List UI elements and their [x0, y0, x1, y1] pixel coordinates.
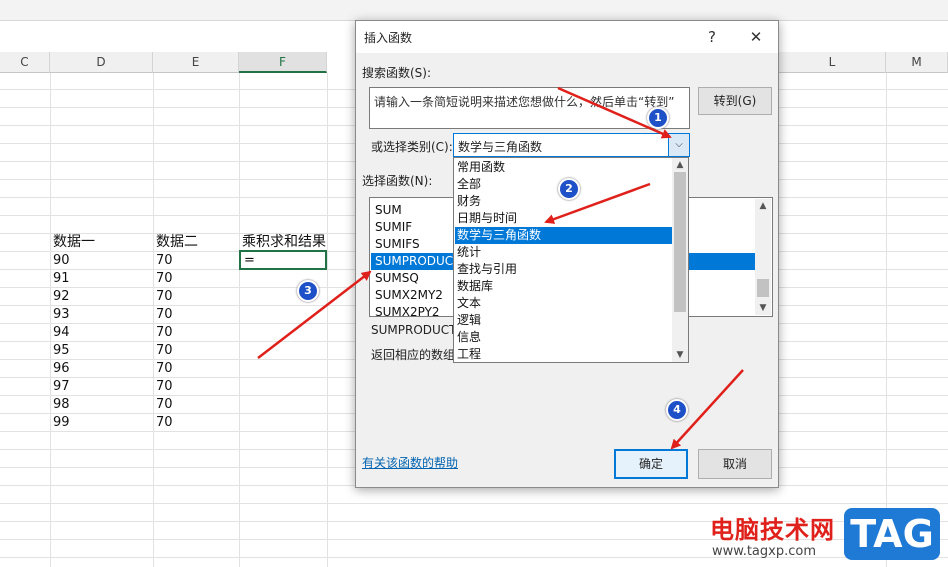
- annotation-arrows: [257, 86, 744, 450]
- watermark-logo: TAG: [844, 508, 940, 560]
- step-badge-4: 4: [666, 399, 688, 421]
- step-badge-3: 3: [297, 280, 319, 302]
- watermark-text: 电脑技术网: [710, 516, 835, 544]
- step-badge-2: 2: [558, 178, 580, 200]
- watermark-url: www.tagxp.com: [712, 544, 816, 559]
- step-badge-1: 1: [647, 107, 669, 129]
